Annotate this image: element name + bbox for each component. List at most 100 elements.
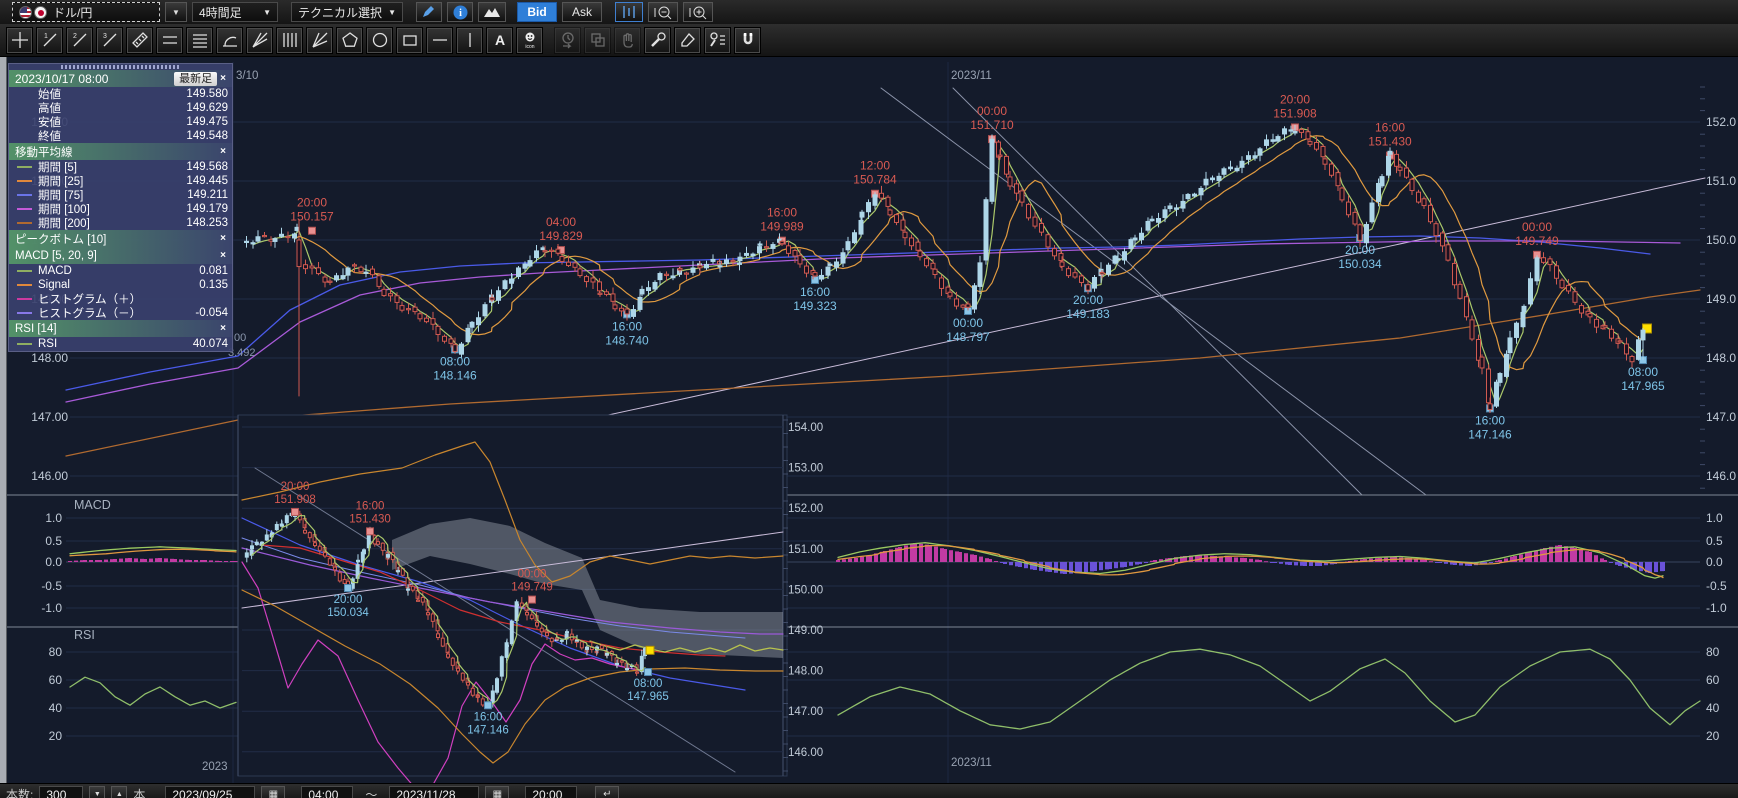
bar-count-unit: 本	[133, 786, 145, 798]
candle-timestamp: 2023/10/17 08:00	[15, 72, 174, 86]
swing-marker	[345, 585, 352, 592]
zoom-in-button[interactable]	[683, 2, 713, 22]
text-tool[interactable]: A	[486, 27, 513, 54]
ellipse-tool[interactable]	[366, 27, 393, 54]
series-color-swatch	[17, 298, 32, 300]
svg-text:151.908: 151.908	[1273, 106, 1317, 120]
bar-width-button[interactable]	[615, 2, 643, 22]
trendline-2-tool[interactable]: 2	[66, 27, 93, 54]
hand-tool	[614, 27, 641, 54]
latest-candle-button[interactable]: 最新足	[174, 72, 217, 86]
history-return-icon	[558, 30, 578, 50]
svg-text:icon: icon	[525, 44, 534, 50]
magnet-icon	[738, 30, 758, 50]
technical-selector[interactable]: テクニカル選択 ▼	[291, 2, 403, 22]
svg-text:148.00: 148.00	[788, 666, 823, 678]
fibonacci-arc-tool[interactable]	[216, 27, 243, 54]
svg-text:16:00: 16:00	[1475, 413, 1505, 427]
apply-range-button[interactable]: ↵	[595, 786, 619, 798]
indicator-info-panel[interactable]: 2023/10/17 08:00 最新足 × 始値149.580高値149.62…	[8, 63, 233, 352]
drawing-toolbar: 12 3 Aicon	[0, 24, 1738, 57]
left-window-edge	[0, 57, 7, 783]
indicator-value: 0.081	[199, 265, 228, 277]
svg-text:148.00: 148.00	[31, 351, 68, 365]
indicator-value: 149.629	[186, 102, 228, 114]
count-up-button[interactable]: ▲	[111, 786, 127, 798]
bar-count-input[interactable]: 300	[39, 786, 83, 798]
grid-lines-tool[interactable]	[186, 27, 213, 54]
to-date-input[interactable]: 2023/11/28	[389, 786, 479, 798]
trendline-1-tool[interactable]: 1	[36, 27, 63, 54]
indicator-label: RSI	[38, 338, 193, 350]
indicator-row: Signal0.135	[9, 278, 232, 292]
magnet-tool[interactable]	[734, 27, 761, 54]
count-down-button[interactable]: ▼	[89, 786, 105, 798]
ruler-tool[interactable]	[126, 27, 153, 54]
area-chart-button[interactable]	[478, 2, 506, 22]
gann-fan-tool[interactable]	[306, 27, 333, 54]
pentagon-icon	[340, 30, 360, 50]
svg-text:00: 00	[234, 332, 246, 344]
pair-dropdown-button[interactable]: ▼	[165, 2, 187, 22]
indicator-row: 始値149.580	[9, 87, 232, 101]
icon-stamp-icon: icon	[520, 30, 540, 50]
close-indicator-button[interactable]: ×	[217, 250, 229, 261]
eraser-tool[interactable]	[674, 27, 701, 54]
crosshair-tool[interactable]	[6, 27, 33, 54]
pentagon-tool[interactable]	[336, 27, 363, 54]
svg-text:3: 3	[103, 33, 107, 40]
zoom-out-button[interactable]	[648, 2, 678, 22]
svg-text:16:00: 16:00	[474, 711, 503, 723]
bid-button[interactable]: Bid	[517, 2, 557, 22]
draw-mode-button[interactable]	[416, 2, 442, 22]
settings-wrench-tool[interactable]	[644, 27, 671, 54]
vertical-line-tool[interactable]	[456, 27, 483, 54]
zoom-in-icon	[688, 5, 708, 20]
series-color-swatch	[17, 222, 32, 224]
inset-zoom-chart[interactable]: 154.00153.00152.00151.00150.00149.00148.…	[238, 415, 823, 790]
candle-width-icon	[620, 5, 638, 19]
to-date-calendar-button[interactable]: ▦	[485, 786, 509, 798]
candle-info-header: 2023/10/17 08:00 最新足 ×	[9, 70, 232, 87]
icon-stamp-tool[interactable]: icon	[516, 27, 543, 54]
svg-text:A: A	[494, 32, 504, 48]
pencil-icon	[421, 5, 437, 19]
chart-canvas[interactable]: 152.0152.00151.0151.00150.0150.00149.014…	[0, 0, 1738, 798]
object-list-settings-tool[interactable]	[704, 27, 731, 54]
from-date-input[interactable]: 2023/09/25	[165, 786, 255, 798]
fibonacci-timezone-tool[interactable]	[276, 27, 303, 54]
svg-text:146.00: 146.00	[31, 469, 68, 483]
series-color-swatch	[17, 180, 32, 182]
indicator-value: 149.475	[186, 116, 228, 128]
to-time-input[interactable]: 20:00	[525, 786, 577, 798]
info-button[interactable]: i	[447, 2, 473, 22]
svg-text:147.0: 147.0	[1706, 410, 1736, 424]
currency-pair-label: ドル/円	[53, 4, 92, 21]
trendline-3-tool[interactable]: 3	[96, 27, 123, 54]
info-icon: i	[453, 5, 468, 20]
horizontal-line-tool[interactable]	[426, 27, 453, 54]
svg-text:-1.0: -1.0	[1706, 601, 1727, 615]
rectangle-tool[interactable]	[396, 27, 423, 54]
parallel-lines-tool[interactable]	[156, 27, 183, 54]
svg-text:151.710: 151.710	[970, 118, 1014, 132]
svg-text:12:00: 12:00	[860, 159, 890, 173]
from-time-input[interactable]: 04:00	[301, 786, 353, 798]
ask-button[interactable]: Ask	[562, 2, 602, 22]
timeframe-selector[interactable]: 4時間足 ▼	[192, 2, 278, 22]
close-panel-button[interactable]: ×	[217, 73, 229, 84]
ellipse-icon	[370, 30, 390, 50]
fibonacci-fan-tool[interactable]	[246, 27, 273, 54]
svg-text:16:00: 16:00	[612, 319, 642, 333]
svg-text:20:00: 20:00	[297, 196, 327, 210]
close-indicator-button[interactable]: ×	[217, 146, 229, 157]
currency-pair-selector[interactable]: ドル/円	[12, 2, 160, 22]
close-indicator-button[interactable]: ×	[217, 323, 229, 334]
vertical-line-icon	[460, 30, 480, 50]
ask-label: Ask	[572, 5, 592, 19]
svg-text:151.00: 151.00	[788, 544, 823, 556]
close-indicator-button[interactable]: ×	[217, 233, 229, 244]
from-date-calendar-button[interactable]: ▦	[261, 786, 285, 798]
indicator-value: 149.568	[186, 161, 228, 173]
svg-text:16:00: 16:00	[1375, 121, 1405, 135]
